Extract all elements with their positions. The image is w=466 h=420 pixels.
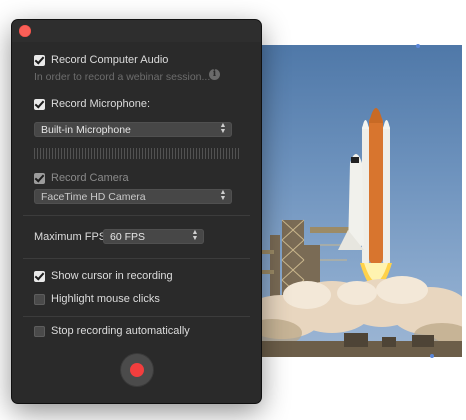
record-camera-checkbox[interactable] bbox=[34, 171, 45, 184]
record-camera-label: Record Camera bbox=[51, 172, 129, 184]
highlight-clicks-checkbox[interactable] bbox=[34, 293, 45, 305]
stop-auto-label: Stop recording automatically bbox=[51, 325, 190, 337]
microphone-select-value: Built-in Microphone bbox=[41, 123, 131, 136]
audio-hint-text: In order to record a webinar session... bbox=[34, 71, 211, 83]
stop-auto-checkbox[interactable] bbox=[34, 325, 45, 337]
microphone-select[interactable]: Built-in Microphone ▲ ▼ bbox=[34, 122, 232, 137]
highlight-clicks-option[interactable]: Highlight mouse clicks bbox=[34, 293, 160, 305]
record-microphone-option[interactable]: Record Microphone: bbox=[34, 97, 151, 110]
divider bbox=[23, 258, 250, 259]
camera-select[interactable]: FaceTime HD Camera ▲ ▼ bbox=[34, 189, 232, 204]
record-camera-option[interactable]: Record Camera bbox=[34, 171, 129, 184]
chevron-updown-icon: ▲ ▼ bbox=[219, 122, 227, 135]
title-bar bbox=[12, 20, 261, 42]
fps-select-value: 60 FPS bbox=[110, 230, 146, 243]
record-icon bbox=[130, 363, 144, 377]
record-microphone-label: Record Microphone: bbox=[51, 98, 151, 110]
audio-hint-row: In order to record a webinar session... bbox=[34, 71, 210, 83]
highlight-clicks-label: Highlight mouse clicks bbox=[51, 293, 160, 305]
chevron-updown-icon: ▲ ▼ bbox=[191, 229, 199, 242]
show-cursor-checkbox[interactable] bbox=[34, 269, 45, 282]
divider bbox=[23, 215, 250, 216]
record-computer-audio-label: Record Computer Audio bbox=[51, 54, 169, 66]
fps-select[interactable]: 60 FPS ▲ ▼ bbox=[103, 229, 204, 244]
record-computer-audio-checkbox[interactable] bbox=[34, 53, 45, 66]
camera-select-value: FaceTime HD Camera bbox=[41, 190, 146, 203]
info-icon[interactable]: i bbox=[209, 69, 220, 80]
max-fps-label: Maximum FPS: bbox=[34, 231, 110, 243]
rocket-launch-illustration bbox=[252, 108, 462, 357]
resize-handle[interactable] bbox=[430, 354, 434, 358]
max-fps-row: Maximum FPS: bbox=[34, 231, 109, 243]
record-button[interactable] bbox=[121, 354, 153, 386]
show-cursor-option[interactable]: Show cursor in recording bbox=[34, 269, 173, 282]
resize-handle[interactable] bbox=[416, 44, 420, 48]
stop-auto-option[interactable]: Stop recording automatically bbox=[34, 325, 190, 337]
chevron-updown-icon: ▲ ▼ bbox=[219, 189, 227, 202]
record-computer-audio-option[interactable]: Record Computer Audio bbox=[34, 53, 169, 66]
recorder-panel: Record Computer Audio In order to record… bbox=[12, 20, 261, 403]
audio-level-meter bbox=[34, 148, 240, 159]
show-cursor-label: Show cursor in recording bbox=[51, 270, 173, 282]
divider bbox=[23, 316, 250, 317]
background-photo bbox=[252, 45, 462, 357]
record-microphone-checkbox[interactable] bbox=[34, 97, 45, 110]
close-icon[interactable] bbox=[19, 25, 31, 37]
